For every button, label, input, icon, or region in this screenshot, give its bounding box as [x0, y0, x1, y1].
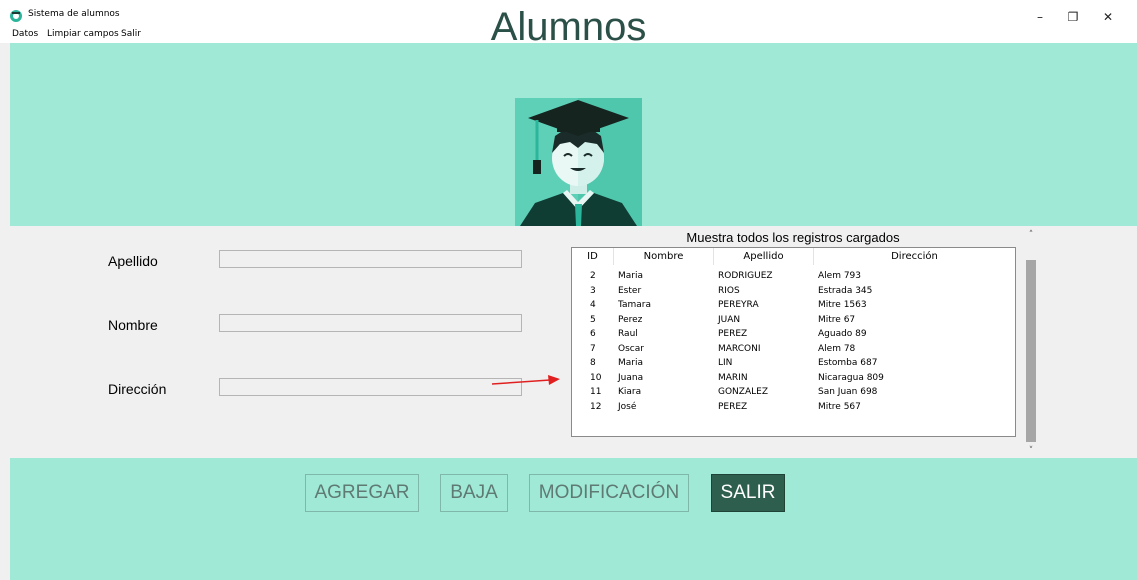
cell-direccion: Mitre 567 [818, 401, 861, 412]
column-header-nombre[interactable]: Nombre [614, 248, 714, 265]
cell-direccion: Alem 793 [818, 271, 862, 281]
scroll-down-icon[interactable]: ˅ [1024, 444, 1038, 458]
scroll-up-icon[interactable]: ˄ [1024, 228, 1038, 242]
cell-nombre: Tamara [618, 300, 652, 310]
table-row[interactable]: 4 Tamara PEREYRA Mitre 1563 [572, 299, 1015, 312]
apellido-label: Apellido [108, 253, 158, 269]
table-row[interactable]: 6 Raul PEREZ Aguado 89 [572, 328, 1015, 341]
cell-direccion: Estomba 687 [818, 358, 878, 368]
cell-nombre: Kiara [618, 387, 642, 397]
cell-id: 2 [590, 271, 596, 281]
page-title: Alumnos [490, 5, 647, 49]
cell-id: 7 [590, 343, 596, 354]
cell-direccion: San Juan 698 [818, 387, 878, 397]
cell-direccion: Aguado 89 [818, 329, 867, 339]
cell-apellido: GONZALEZ [718, 387, 768, 397]
cell-apellido: PEREYRA [718, 300, 759, 310]
cell-nombre: Raul [618, 329, 638, 339]
cell-nombre: Oscar [618, 343, 644, 354]
cell-direccion: Alem 78 [818, 343, 856, 354]
scroll-thumb[interactable] [1026, 260, 1036, 442]
table-row[interactable]: 11 Kiara GONZALEZ San Juan 698 [572, 386, 1015, 399]
cell-id: 8 [590, 358, 596, 368]
table-row[interactable]: 5 Perez JUAN Mitre 67 [572, 314, 1015, 327]
scrollbar[interactable]: ˄ ˅ [1024, 228, 1038, 458]
nombre-label: Nombre [108, 317, 158, 333]
cell-apellido: JUAN [718, 314, 741, 325]
cell-apellido: RIOS [718, 285, 740, 296]
cell-id: 12 [590, 401, 602, 412]
red-arrow-annotation [491, 375, 560, 385]
records-table[interactable]: ID Nombre Apellido Dirección 2 Maria RODRI… [571, 247, 1016, 437]
cell-id: 5 [590, 314, 596, 325]
cell-direccion: Nicaragua 809 [818, 372, 884, 383]
cell-nombre: Maria [618, 358, 643, 368]
column-header-id[interactable]: ID [572, 248, 614, 265]
table-caption: Muestra todos los registros cargados [686, 230, 900, 245]
cell-id: 11 [590, 387, 602, 397]
cell-nombre: Juana [618, 372, 644, 383]
cell-id: 10 [590, 372, 602, 383]
cell-nombre: José [618, 401, 637, 412]
nombre-input[interactable] [219, 314, 522, 332]
direccion-label: Dirección [108, 381, 167, 397]
table-row[interactable]: 7 Oscar MARCONI Alem 78 [572, 343, 1015, 356]
table-row[interactable]: 2 Maria RODRIGUEZ Alem 793 [572, 270, 1015, 283]
direccion-input[interactable] [219, 378, 522, 396]
cell-apellido: LIN [718, 358, 733, 368]
salir-button[interactable]: SALIR [711, 474, 785, 512]
cell-direccion: Mitre 67 [818, 314, 856, 325]
cell-nombre: Maria [618, 271, 643, 281]
table-row[interactable]: 10 Juana MARIN Nicaragua 809 [572, 372, 1015, 385]
column-header-direccion[interactable]: Dirección [814, 248, 1015, 265]
table-row[interactable]: 8 Maria LIN Estomba 687 [572, 357, 1015, 370]
cell-apellido: RODRIGUEZ [718, 271, 773, 281]
modificacion-button[interactable]: MODIFICACIÓN [529, 474, 689, 512]
apellido-input[interactable] [219, 250, 522, 268]
cell-nombre: Ester [618, 285, 642, 296]
cell-apellido: PEREZ [718, 329, 748, 339]
cell-apellido: PEREZ [718, 401, 748, 412]
graduate-avatar-image [515, 98, 642, 226]
cell-id: 3 [590, 285, 596, 296]
baja-button[interactable]: BAJA [440, 474, 508, 512]
column-header-apellido[interactable]: Apellido [714, 248, 814, 265]
app-window: Sistema de alumnos – ❐ ✕ Datos Limpiar c… [0, 0, 1137, 580]
cell-apellido: MARIN [718, 372, 748, 383]
cell-id: 4 [590, 300, 596, 310]
table-row[interactable]: 12 José PEREZ Mitre 567 [572, 401, 1015, 414]
cell-apellido: MARCONI [718, 343, 761, 354]
cell-id: 6 [590, 329, 596, 339]
cell-nombre: Perez [618, 314, 643, 325]
agregar-button[interactable]: AGREGAR [305, 474, 419, 512]
table-row[interactable]: 3 Ester RIOS Estrada 345 [572, 285, 1015, 298]
cell-direccion: Mitre 1563 [818, 300, 867, 310]
cell-direccion: Estrada 345 [818, 285, 873, 296]
